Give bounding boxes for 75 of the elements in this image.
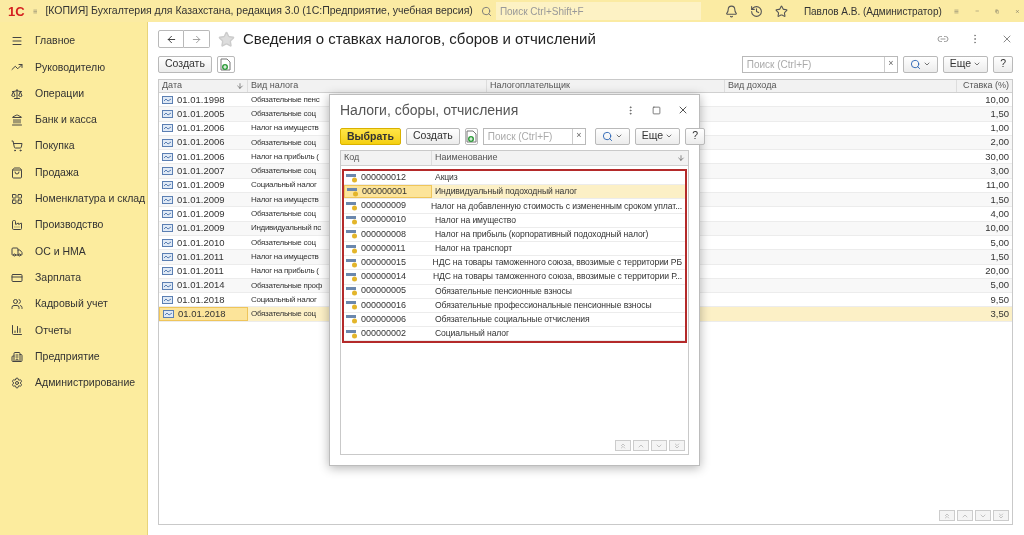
table-cell-text: НДС на товары таможенного союза, ввозимые с территории РБ — [431, 256, 683, 270]
table-cell-text: 1,00 — [989, 121, 1010, 135]
table-cell: Обязательные соц — [251, 136, 316, 149]
form-title: Сведения о ставках налогов, сборов и отчислений — [243, 28, 596, 49]
table-cell-text: Налог на имущество — [434, 213, 517, 227]
table-cell: Обязательные соц — [251, 236, 316, 249]
table-cell: Обязательные соц — [251, 308, 316, 321]
table-cell: 01.01.2006 — [159, 135, 248, 150]
table-cell: 01.01.2011 — [159, 264, 248, 278]
table-cell: Обязательные соц — [251, 107, 316, 120]
table-cell-text: Налог на добавленную стоимость с измененным сроком уплат... — [429, 199, 683, 213]
table-cell: Налог на имуществ — [251, 122, 319, 135]
table-cell: 000000010 — [344, 213, 432, 227]
table-cell: Налог на прибыль ( — [251, 150, 319, 163]
table-cell-text: Обязательные пенсионные взносы — [434, 284, 573, 298]
table-cell-text: 3,00 — [989, 164, 1010, 178]
table-cell: Обязательные соц — [251, 208, 316, 220]
table-cell: 000000002 — [344, 327, 432, 341]
table-cell-text: 4,00 — [989, 207, 1010, 221]
table-cell: 01.01.2007 — [159, 164, 248, 178]
table-cell-text: 3,50 — [989, 307, 1010, 321]
table-cell-text: НДС на товары таможенного союза, ввозимые с территории Р... — [431, 270, 683, 284]
table-cell: 01.01.2009 — [159, 178, 248, 193]
table-cell: 01.01.2009 — [159, 207, 248, 221]
table-cell: 01.01.2006 — [159, 150, 248, 164]
table-cell: 01.01.2010 — [159, 235, 248, 250]
table-cell: Налог на имуществ — [251, 250, 319, 263]
table-cell: 000000001 — [344, 185, 432, 199]
table-cell-text: Налог на прибыль (корпоративный подоходный налог) — [434, 227, 650, 241]
table-cell-text: 5,00 — [989, 278, 1010, 293]
table-cell: 000000009 — [344, 199, 428, 213]
table-cell-text: 1,50 — [989, 250, 1010, 264]
table-cell: 01.01.2014 — [159, 278, 248, 293]
window-title: [КОПИЯ] Бухгалтерия для Казахстана, редакция 3.0 (1С:Предприятие, учебная версия) — [45, 3, 473, 19]
logo: 1С — [8, 4, 25, 18]
table-cell-text: Акциз — [434, 171, 459, 185]
table-cell: 01.01.2005 — [159, 107, 248, 121]
table-cell: Налог на прибыль ( — [251, 265, 319, 278]
table-cell: Обязательные соц — [251, 165, 316, 178]
table-cell-text: 1,50 — [989, 107, 1010, 121]
table-cell-text: 11,00 — [984, 178, 1010, 193]
table-cell: 01.01.1998 — [159, 93, 248, 107]
table-cell: 000000015 — [344, 256, 430, 270]
table-cell: 000000006 — [344, 312, 432, 327]
table-cell-text: Индивидуальный подоходный налог — [434, 185, 578, 199]
table-cell-text: 10,00 — [984, 221, 1010, 235]
table-cell-text: 1,50 — [989, 193, 1010, 207]
table-cell-text: Налог на транспорт — [434, 242, 513, 256]
table-cell-text: Обязательные социальные отчисления — [434, 313, 591, 326]
table-cell: 000000016 — [344, 298, 432, 312]
table-cell-text: 20,00 — [984, 264, 1010, 278]
table-cell: 01.01.2006 — [159, 121, 248, 135]
table-cell: 000000014 — [344, 270, 430, 284]
table-cell: Налог на имуществ — [251, 193, 319, 206]
table-cell: 000000008 — [344, 227, 432, 241]
table-cell: Социальный налог — [251, 179, 317, 192]
table-cell-text: 10,00 — [984, 93, 1010, 107]
table-cell: 01.01.2009 — [159, 221, 248, 235]
table-cell: 01.01.2009 — [159, 193, 248, 207]
table-cell: 01.01.2018 — [159, 307, 248, 321]
table-cell-text: Социальный налог — [434, 327, 511, 341]
table-cell: 01.01.2018 — [159, 293, 248, 307]
table-cell-text: 30,00 — [984, 150, 1010, 164]
table-cell: Обязательные пенс — [251, 93, 320, 106]
table-cell-text: 5,00 — [989, 235, 1010, 250]
table-cell-text: Обязательные профессиональные пенсионные взносы — [434, 298, 653, 312]
table-cell: Индивидуальный пс — [251, 222, 321, 235]
table-cell: Обязательные проф — [251, 279, 323, 292]
table-cell-text: 2,00 — [989, 135, 1010, 150]
table-cell: Социальный налог — [251, 293, 317, 306]
table-cell: 000000005 — [344, 284, 432, 298]
table-cell: 01.01.2011 — [159, 250, 248, 264]
table-cell-text: 9,50 — [989, 293, 1010, 307]
table-cell: 000000011 — [344, 241, 432, 256]
table-cell: 000000012 — [344, 171, 432, 185]
